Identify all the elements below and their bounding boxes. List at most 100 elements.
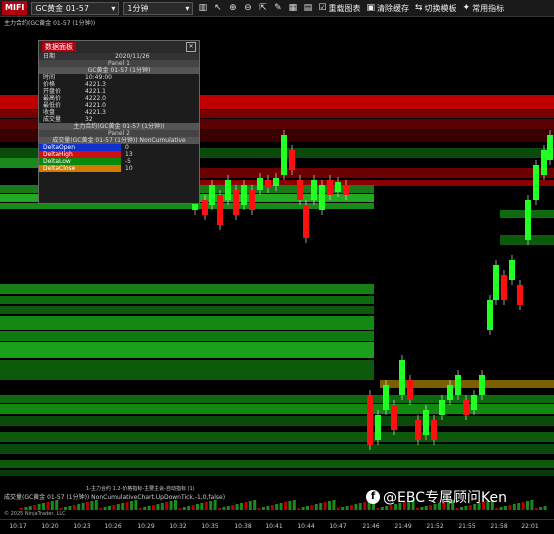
candle-body — [493, 265, 499, 300]
data-row-value: 4222.0 — [85, 95, 106, 102]
candle-body — [241, 185, 247, 205]
volume-bar — [204, 502, 208, 510]
candle-body — [501, 275, 507, 300]
sub-band: 主力合约(GC黄金 01-57 (1分钟)) — [39, 123, 199, 130]
volume-bar — [332, 500, 336, 510]
volume-bar — [152, 505, 155, 510]
volume-bar — [218, 508, 221, 510]
instrument-value: GC黄金 01-57 — [35, 3, 89, 13]
volume-bar — [455, 508, 459, 510]
volume-bar — [517, 503, 521, 510]
volume-bar — [213, 500, 217, 510]
time-tick: 10:20 — [41, 523, 59, 530]
clear-cache-button[interactable]: ▣ 清除缓存 — [366, 3, 409, 14]
switch-template-button[interactable]: ⇆ 切换模板 — [415, 3, 457, 14]
volume-bar — [222, 507, 226, 510]
candle-body — [265, 180, 271, 188]
data-panel[interactable]: 数据面板 ✕ 日期 2020/11/26 Panel 1 GC黄金 01-57 … — [38, 40, 200, 204]
volume-bar — [328, 501, 331, 510]
candle-body — [273, 178, 279, 186]
data-row-value: 4221.0 — [85, 102, 106, 109]
instrument-band: GC黄金 01-57 (1分钟) — [39, 67, 199, 74]
bar-chart-icon[interactable]: ▥ — [197, 3, 208, 14]
data-panel-header[interactable]: 数据面板 ✕ — [39, 41, 199, 53]
data-row: 时间 10:49:00 — [39, 74, 199, 81]
volume-bar — [323, 502, 327, 510]
volume-bar — [59, 508, 63, 510]
volume-bar — [209, 501, 213, 510]
candle-body — [297, 180, 303, 200]
common-indicators-button[interactable]: ✦ 常用指标 — [463, 3, 505, 14]
date-row: 日期 2020/11/26 — [39, 53, 199, 60]
volume-bar — [42, 503, 45, 510]
reload-chart-button[interactable]: ☑ 重载图表 — [318, 3, 360, 14]
cursor-icon[interactable]: ↖ — [212, 3, 223, 14]
volume-bar — [33, 505, 37, 510]
pencil-icon[interactable]: ✎ — [272, 3, 283, 14]
volume-bar — [244, 502, 248, 510]
data-row-label: 最高价 — [43, 95, 62, 102]
volume-bar — [90, 501, 94, 510]
volume-bar — [530, 500, 534, 510]
zoom-in-icon[interactable]: ⊕ — [227, 3, 238, 14]
delta-label: DeltaLow — [39, 158, 121, 165]
candle-body — [225, 180, 231, 200]
date-value: 2020/11/26 — [115, 53, 150, 60]
close-icon[interactable]: ✕ — [186, 42, 196, 52]
sub-band2: 成交量(GC黄金 01-57 (1分钟)) NonCumulative — [39, 137, 199, 144]
candle-body — [343, 185, 349, 195]
volume-bar — [526, 501, 529, 510]
time-tick: 21:52 — [426, 523, 444, 530]
volume-bar — [24, 507, 28, 510]
properties-icon[interactable]: ▤ — [302, 3, 313, 14]
grid-icon[interactable]: ▦ — [287, 3, 298, 14]
volume-bar — [350, 505, 353, 510]
interval-select[interactable]: 1分钟 ▾ — [123, 1, 194, 15]
delta-row: DeltaClose 10 — [39, 165, 199, 172]
volume-bar — [341, 507, 345, 510]
time-tick: 10:26 — [104, 523, 122, 530]
volume-bar — [266, 506, 270, 510]
volume-bar — [231, 505, 235, 510]
delta-value: 0 — [125, 144, 129, 151]
volume-bar — [539, 507, 543, 510]
common-indicators-label: 常用指标 — [472, 3, 505, 13]
zoom-out-icon[interactable]: ⊖ — [242, 3, 253, 14]
data-row-value: 4221.1 — [85, 88, 106, 95]
delta-label: DeltaOpen — [39, 144, 121, 151]
candle-body — [463, 400, 469, 415]
candle-body — [471, 395, 477, 410]
delta-label: DeltaHigh — [39, 151, 121, 158]
time-tick: 10:17 — [9, 523, 27, 530]
delta-row: DeltaOpen 0 — [39, 144, 199, 151]
volume-bar — [376, 508, 380, 510]
data-row-value: 4221.3 — [85, 109, 106, 116]
clear-cache-label: 清除缓存 — [376, 3, 409, 13]
volume-bar — [319, 503, 323, 510]
volume-bar — [226, 506, 230, 510]
volume-bar — [196, 504, 199, 510]
volume-bar — [310, 505, 314, 510]
time-axis[interactable]: 10:17 10:20 10:23 10:26 10:29 10:32 10:35 10:38… — [0, 519, 554, 534]
volume-bar — [358, 503, 362, 510]
volume-bar — [240, 503, 243, 510]
candle-body — [281, 135, 287, 175]
candle-body — [303, 205, 309, 238]
volume-bar — [235, 504, 239, 510]
toolbar: MIFI GC黄金 01-57 ▾ 1分钟 ▾ ▥ ↖ ⊕ ⊖ ⇱ ✎ ▦ ▤ ☑ 重… — [0, 0, 554, 17]
pointer-icon[interactable]: ⇱ — [257, 3, 268, 14]
data-row: 开盘价 4221.1 — [39, 88, 199, 95]
volume-bar — [275, 504, 279, 510]
candle-body — [547, 135, 553, 160]
time-tick: 10:23 — [73, 523, 91, 530]
volume-bar — [156, 504, 160, 510]
volume-bar — [134, 500, 138, 510]
data-row-label: 开盘价 — [43, 88, 62, 95]
volume-bar — [55, 500, 59, 510]
instrument-select[interactable]: GC黄金 01-57 ▾ — [31, 1, 120, 15]
candle-body — [447, 385, 453, 400]
volume-bar — [64, 507, 67, 510]
volume-bar — [512, 504, 516, 510]
volume-bar — [420, 507, 424, 510]
volume-bar — [292, 500, 296, 510]
